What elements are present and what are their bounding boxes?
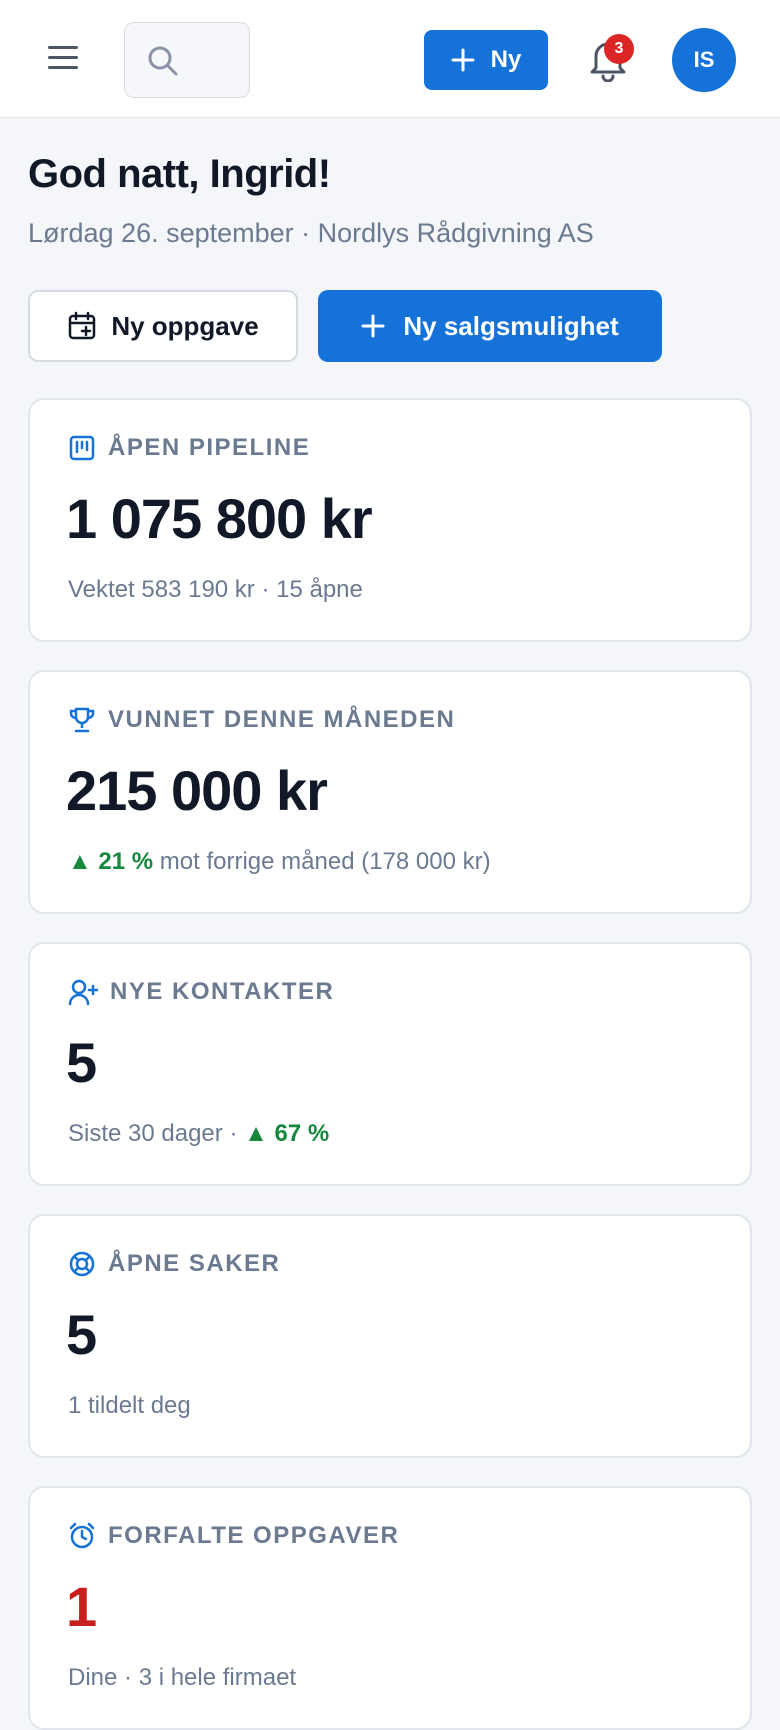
new-task-button[interactable]: Ny oppgave <box>28 290 298 362</box>
top-bar: Ny 3 IS <box>0 0 780 118</box>
card-value: 1 075 800 kr <box>66 487 373 550</box>
kanban-icon <box>69 435 95 461</box>
card-label: NYE KONTAKTER <box>110 978 335 1005</box>
alarm-clock-icon <box>69 1522 95 1549</box>
card-label: ÅPNE SAKER <box>108 1250 281 1277</box>
card-value: 5 <box>66 1031 97 1094</box>
kpi-card-open-pipeline[interactable]: ÅPEN PIPELINE 1 075 800 kr Vektet 583 19… <box>28 398 752 642</box>
kpi-card-open-cases[interactable]: ÅPNE SAKER 5 1 tildelt deg <box>28 1214 752 1458</box>
calendar-plus-icon <box>69 311 96 340</box>
new-task-label: Ny oppgave <box>111 310 259 341</box>
menu-button[interactable] <box>40 34 86 80</box>
card-value: 5 <box>66 1303 97 1366</box>
plus-icon <box>451 48 475 72</box>
user-plus-icon <box>68 979 98 1006</box>
hamburger-icon <box>48 46 78 69</box>
card-label: FORFALTE OPPGAVER <box>108 1522 400 1549</box>
card-value: 215 000 kr <box>66 759 328 822</box>
new-button[interactable]: Ny <box>424 30 548 90</box>
search-icon <box>148 46 178 76</box>
page-title: God natt, Ingrid! <box>28 152 331 196</box>
page-subtitle: Lørdag 26. september · Nordlys Rådgivnin… <box>28 218 594 248</box>
new-opportunity-label: Ny salgsmulighet <box>403 310 619 341</box>
card-subtext: Siste 30 dager · ▲ 67 % <box>68 1120 329 1148</box>
card-value: 1 <box>66 1575 97 1638</box>
card-subtext: Vektet 583 190 kr · 15 åpne <box>68 576 363 603</box>
card-subtext: 1 tildelt deg <box>68 1392 191 1419</box>
new-button-label: Ny <box>490 46 522 73</box>
trend-up: ▲ 67 % <box>244 1120 330 1147</box>
plus-icon <box>361 314 385 338</box>
notification-badge: 3 <box>604 34 634 64</box>
search-input[interactable] <box>124 22 250 98</box>
period-text: Siste 30 dager · <box>68 1120 238 1147</box>
lifebuoy-icon <box>69 1251 95 1277</box>
trend-comparison: mot forrige måned (178 000 kr) <box>159 848 491 875</box>
kpi-card-overdue-tasks[interactable]: FORFALTE OPPGAVER 1 Dine · 3 i hele firm… <box>28 1486 752 1730</box>
kpi-card-new-contacts[interactable]: NYE KONTAKTER 5 Siste 30 dager · ▲ 67 % <box>28 942 752 1186</box>
trend-up: ▲ 21 % <box>68 848 154 875</box>
avatar[interactable]: IS <box>672 28 736 92</box>
card-label: VUNNET DENNE MÅNEDEN <box>108 706 456 733</box>
trophy-icon <box>69 707 95 733</box>
kpi-card-won-this-month[interactable]: VUNNET DENNE MÅNEDEN 215 000 kr ▲ 21 % m… <box>28 670 752 914</box>
new-opportunity-button[interactable]: Ny salgsmulighet <box>318 290 662 362</box>
card-subtext: ▲ 21 % mot forrige måned (178 000 kr) <box>68 848 491 876</box>
card-label: ÅPEN PIPELINE <box>108 434 311 461</box>
